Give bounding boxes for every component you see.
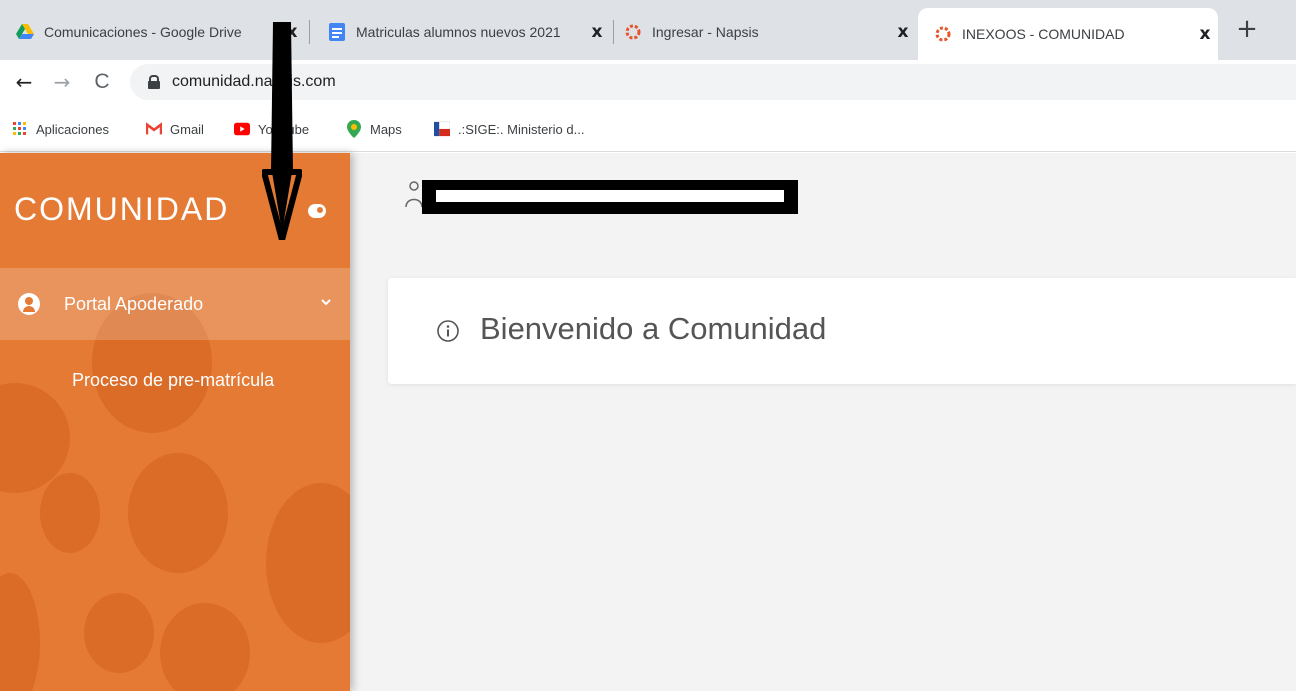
- tab-inexoos-comunidad[interactable]: INEXOOS - COMUNIDAD x: [918, 8, 1218, 60]
- bookmark-sige[interactable]: .:SIGE:. Ministerio d...: [434, 118, 584, 140]
- bookmark-label: Gmail: [170, 121, 204, 137]
- background-bubble: [40, 473, 100, 553]
- gmail-icon: [146, 121, 162, 137]
- tab-close-button[interactable]: x: [890, 22, 916, 42]
- bookmark-maps[interactable]: Maps: [346, 118, 402, 140]
- forward-button[interactable]: →: [48, 68, 76, 96]
- address-bar[interactable]: comunidad.napsis.com: [130, 64, 1296, 100]
- tab-title: Ingresar - Napsis: [652, 24, 759, 40]
- tab-close-button[interactable]: x: [1192, 24, 1218, 44]
- tab-title: Comunicaciones - Google Drive: [44, 24, 242, 40]
- background-bubble: [0, 573, 40, 691]
- menu-item-portal-apoderado[interactable]: Portal Apoderado: [0, 268, 350, 340]
- maps-pin-icon: [346, 120, 362, 138]
- browser-tab-strip: Comunicaciones - Google Drive x Matricul…: [0, 0, 1296, 60]
- chile-flag-icon: [434, 121, 450, 137]
- tab-close-button[interactable]: x: [584, 22, 610, 42]
- annotation-arrow: [262, 22, 302, 240]
- brand-title: COMUNIDAD: [14, 191, 230, 227]
- submenu-item-pre-matricula[interactable]: Proceso de pre-matrícula: [72, 370, 274, 391]
- tab-title: INEXOOS - COMUNIDAD: [962, 26, 1125, 42]
- sidebar-toggle-icon[interactable]: [308, 204, 326, 218]
- bookmark-gmail[interactable]: Gmail: [146, 118, 204, 140]
- welcome-title: Bienvenido a Comunidad: [480, 311, 827, 346]
- main-content: [350, 153, 1296, 691]
- welcome-card: Bienvenido a Comunidad: [388, 278, 1296, 384]
- bookmark-label: Aplicaciones: [36, 121, 109, 137]
- bookmarks-bar: Aplicaciones Gmail YouTube Maps .:SIGE:.…: [0, 104, 1296, 152]
- background-bubble: [128, 453, 228, 573]
- menu-item-label: Portal Apoderado: [64, 294, 204, 314]
- google-docs-icon: [328, 23, 346, 41]
- back-button[interactable]: ←: [10, 68, 38, 96]
- youtube-icon: [234, 121, 250, 137]
- tab-ingresar-napsis[interactable]: Ingresar - Napsis x: [608, 10, 916, 54]
- background-bubble: [160, 603, 250, 691]
- info-icon: [437, 320, 459, 342]
- napsis-icon: [934, 25, 952, 43]
- google-drive-icon: [16, 23, 34, 41]
- reload-button[interactable]: C: [88, 68, 116, 96]
- tab-matriculas-doc[interactable]: Matriculas alumnos nuevos 2021 x: [312, 10, 610, 54]
- tab-title: Matriculas alumnos nuevos 2021: [356, 24, 561, 40]
- new-tab-button[interactable]: +: [1232, 14, 1262, 44]
- bookmark-aplicaciones[interactable]: Aplicaciones: [12, 118, 109, 140]
- url-text: comunidad.napsis.com: [172, 73, 336, 90]
- lock-icon: [148, 75, 160, 89]
- background-bubble: [84, 593, 154, 673]
- napsis-icon: [624, 23, 642, 41]
- user-circle-icon: [18, 293, 40, 315]
- apps-grid-icon: [12, 121, 28, 137]
- background-bubble: [266, 483, 350, 643]
- redacted-username: [422, 180, 798, 214]
- tab-separator: [309, 20, 310, 44]
- chevron-down-icon: [321, 299, 331, 306]
- bookmark-label: Maps: [370, 121, 402, 137]
- browser-toolbar: ← → C comunidad.napsis.com: [0, 60, 1296, 104]
- bookmark-label: .:SIGE:. Ministerio d...: [458, 121, 585, 137]
- tab-google-drive[interactable]: Comunicaciones - Google Drive x: [0, 10, 305, 54]
